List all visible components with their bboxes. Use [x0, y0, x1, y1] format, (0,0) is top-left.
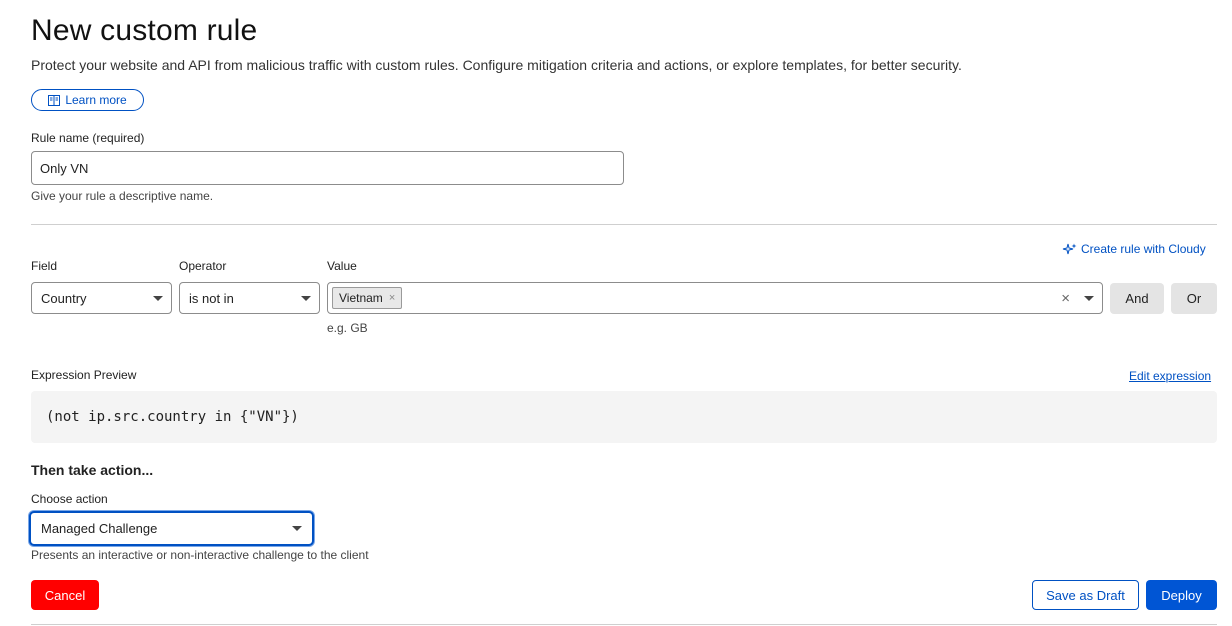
chevron-down-icon [292, 526, 302, 531]
rule-name-value: Only VN [40, 160, 89, 176]
chevron-down-icon [153, 295, 163, 301]
save-as-draft-button[interactable]: Save as Draft [1032, 580, 1139, 610]
field-label: Field [31, 259, 58, 273]
learn-more-label: Learn more [65, 93, 127, 107]
section-divider [31, 224, 1217, 225]
cancel-button[interactable]: Cancel [31, 580, 99, 610]
action-heading: Then take action... [31, 462, 154, 478]
expression-code-text: (not ip.src.country in {"VN"}) [46, 409, 299, 425]
create-rule-with-cloudy-link[interactable]: Create rule with Cloudy [1062, 242, 1206, 256]
rule-name-hint: Give your rule a descriptive name. [31, 189, 214, 203]
clear-icon[interactable]: × [1061, 291, 1070, 306]
page-description: Protect your website and API from malici… [31, 57, 962, 73]
page-title: New custom rule [31, 14, 258, 47]
cloudy-link-label: Create rule with Cloudy [1081, 242, 1206, 256]
footer-divider [31, 624, 1217, 625]
learn-more-button[interactable]: Learn more [31, 89, 144, 111]
value-multiselect[interactable]: Vietnam × × [327, 282, 1103, 314]
field-select[interactable]: Country [31, 282, 172, 314]
or-button[interactable]: Or [1171, 283, 1217, 314]
remove-tag-icon[interactable]: × [389, 292, 395, 304]
operator-select[interactable]: is not in [179, 282, 320, 314]
edit-expression-link[interactable]: Edit expression [1129, 369, 1211, 383]
sparkle-icon [1062, 243, 1077, 256]
chevron-down-icon [301, 295, 311, 301]
value-controls: × [1061, 291, 1094, 306]
deploy-button[interactable]: Deploy [1146, 580, 1217, 610]
value-hint: e.g. GB [327, 321, 368, 335]
value-label: Value [327, 259, 357, 273]
and-button[interactable]: And [1110, 283, 1164, 314]
action-select[interactable]: Managed Challenge [29, 511, 314, 546]
field-select-value: Country [41, 290, 87, 306]
book-icon [48, 94, 61, 106]
expression-preview-label: Expression Preview [31, 368, 137, 382]
chevron-down-icon[interactable] [1084, 295, 1094, 301]
action-select-value: Managed Challenge [41, 521, 158, 536]
choose-action-label: Choose action [31, 492, 108, 506]
rule-name-input[interactable]: Only VN [31, 151, 624, 185]
operator-label: Operator [179, 259, 227, 273]
rule-name-label: Rule name (required) [31, 131, 145, 145]
action-hint: Presents an interactive or non-interacti… [31, 548, 369, 562]
expression-code: (not ip.src.country in {"VN"}) [31, 391, 1217, 443]
operator-select-value: is not in [189, 290, 234, 306]
value-tag-label: Vietnam [339, 291, 383, 305]
value-tag: Vietnam × [332, 287, 403, 309]
